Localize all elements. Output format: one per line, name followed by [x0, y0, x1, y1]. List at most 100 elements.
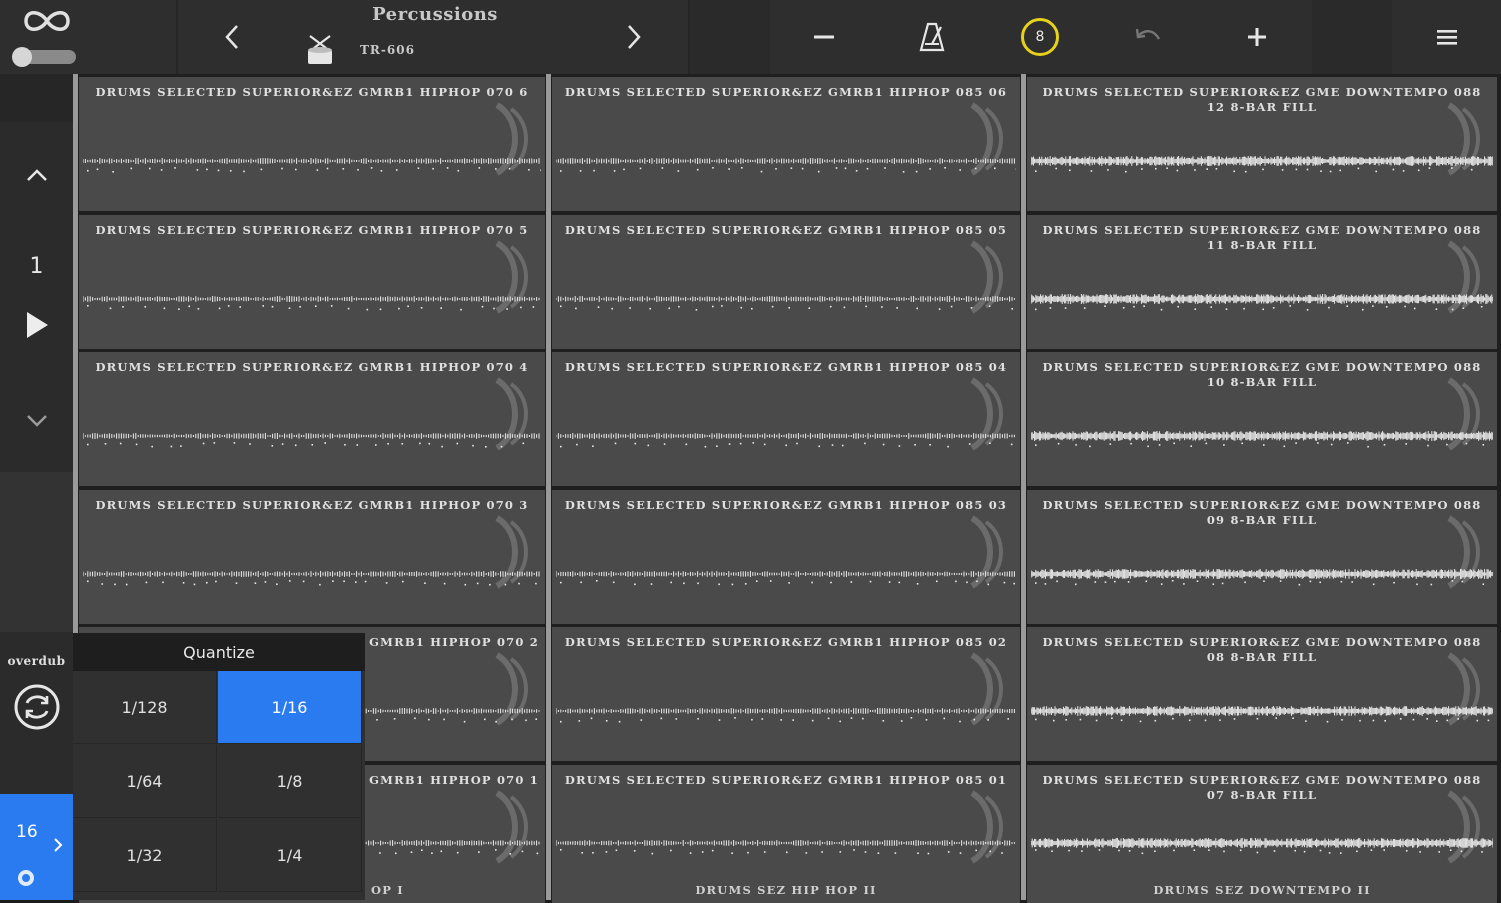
play-icon [24, 310, 50, 340]
waveform [83, 285, 541, 313]
sample-name: DRUMS SELECTED SUPERIOR&EZ GMRB1 HIPHOP … [79, 223, 545, 238]
sample-name: DRUMS SELECTED SUPERIOR&EZ GMRB1 HIPHOP … [79, 498, 545, 513]
overdub-icon [13, 683, 61, 731]
kit-category-title: Percussions [290, 4, 580, 25]
quantize-option-1-128[interactable]: 1/128 [73, 671, 217, 744]
loop-toggle-area[interactable] [0, 0, 96, 74]
sample-name: DRUMS SELECTED SUPERIOR&EZ GMRB1 HIPHOP … [552, 498, 1020, 513]
chevron-right-icon [623, 23, 643, 51]
menu-icon [1436, 28, 1458, 46]
loop-number: 1 [0, 254, 73, 279]
group-name: DRUMS SEZ DOWNTEMPO II [1027, 883, 1497, 897]
group-name: OP I [371, 883, 545, 897]
sample-cell[interactable]: DRUMS SELECTED SUPERIOR&EZ GMRB1 HIPHOP … [552, 490, 1020, 624]
quantize-option-1-16[interactable]: 1/16 [218, 671, 362, 744]
chevron-up-icon [25, 168, 49, 182]
sample-cell[interactable]: DRUMS SELECTED SUPERIOR&EZ GME DOWNTEMPO… [1027, 627, 1497, 761]
sample-name: DRUMS SELECTED SUPERIOR&EZ GME DOWNTEMPO… [1027, 498, 1497, 528]
sample-name: DRUMS SELECTED SUPERIOR&EZ GMRB1 HIPHOP … [552, 773, 1020, 788]
waveform [1031, 147, 1493, 175]
overdub-button[interactable] [0, 672, 73, 742]
undo-icon [1134, 27, 1162, 47]
scroll-down-button[interactable] [0, 370, 73, 470]
chevron-left-icon [223, 23, 243, 51]
quantize-title: Quantize [73, 633, 365, 671]
tempo-minus-button[interactable] [770, 0, 878, 74]
sample-cell[interactable]: DRUMS SELECTED SUPERIOR&EZ GMRB1 HIPHOP … [79, 352, 545, 486]
sample-cell[interactable]: DRUMS SELECTED SUPERIOR&EZ GMRB1 HIPHOP … [552, 352, 1020, 486]
waveform [556, 285, 1016, 313]
sample-name: DRUMS SELECTED SUPERIOR&EZ GME DOWNTEMPO… [1027, 360, 1497, 390]
sample-cell[interactable]: DRUMS SELECTED SUPERIOR&EZ GMRB1 HIPHOP … [79, 77, 545, 211]
sidebar-strip [0, 74, 73, 122]
sample-name: DRUMS SELECTED SUPERIOR&EZ GME DOWNTEMPO… [1027, 773, 1497, 803]
tempo-plus-button[interactable] [1202, 0, 1312, 74]
waveform [556, 147, 1016, 175]
quantize-option-1-32[interactable]: 1/32 [73, 819, 217, 892]
sample-name: DRUMS SELECTED SUPERIOR&EZ GME DOWNTEMPO… [1027, 85, 1497, 115]
overdub-label: overdub [0, 654, 73, 668]
menu-button[interactable] [1392, 0, 1501, 74]
waveform [83, 560, 541, 588]
waveform [83, 147, 541, 175]
sample-cell[interactable]: DRUMS SELECTED SUPERIOR&EZ GMRB1 HIPHOP … [552, 627, 1020, 761]
loop-icon [22, 6, 72, 36]
metronome-button[interactable] [878, 0, 986, 74]
waveform [556, 829, 1016, 857]
waveform [556, 697, 1016, 725]
toolbar-spacer [1312, 0, 1392, 74]
chevron-right-small-icon [52, 836, 64, 854]
tempo-button[interactable]: 8 [986, 0, 1094, 74]
scroll-up-button[interactable] [0, 122, 73, 228]
sample-name: DRUMS SELECTED SUPERIOR&EZ GMRB1 HIPHOP … [79, 85, 545, 100]
sample-cell[interactable]: DRUMS SELECTED SUPERIOR&EZ GMRB1 HIPHOP … [79, 490, 545, 624]
settings-dot-icon [16, 868, 36, 888]
plus-icon [1247, 27, 1267, 47]
sample-cell[interactable]: DRUMS SELECTED SUPERIOR&EZ GME DOWNTEMPO… [1027, 765, 1497, 903]
quantize-option-1-8[interactable]: 1/8 [218, 745, 362, 818]
sample-cell[interactable]: DRUMS SELECTED SUPERIOR&EZ GME DOWNTEMPO… [1027, 352, 1497, 486]
sample-cell[interactable]: DRUMS SELECTED SUPERIOR&EZ GME DOWNTEMPO… [1027, 77, 1497, 211]
column-divider [1021, 74, 1026, 900]
sample-cell[interactable]: DRUMS SELECTED SUPERIOR&EZ GMRB1 HIPHOP … [552, 215, 1020, 349]
sample-cell[interactable]: DRUMS SELECTED SUPERIOR&EZ GMRB1 HIPHOP … [552, 77, 1020, 211]
sample-name: DRUMS SELECTED SUPERIOR&EZ GMRB1 HIPHOP … [552, 85, 1020, 100]
waveform [83, 422, 541, 450]
sample-cell[interactable]: DRUMS SELECTED SUPERIOR&EZ GME DOWNTEMPO… [1027, 490, 1497, 624]
sample-cell[interactable]: DRUMS SELECTED SUPERIOR&EZ GME DOWNTEMPO… [1027, 215, 1497, 349]
waveform [556, 560, 1016, 588]
sample-name: DRUMS SELECTED SUPERIOR&EZ GMRB1 HIPHOP … [79, 360, 545, 375]
quantize-panel: Quantize 1/128 1/16 1/64 1/8 1/32 1/4 [73, 633, 365, 900]
waveform [1031, 422, 1493, 450]
kit-name: TR-606 [360, 43, 415, 57]
prev-kit-button[interactable] [178, 0, 288, 74]
sample-cell[interactable]: DRUMS SELECTED SUPERIOR&EZ GMRB1 HIPHOP … [79, 215, 545, 349]
next-kit-button[interactable] [578, 0, 688, 74]
play-button[interactable] [0, 300, 73, 350]
step-count-value: 16 [16, 822, 38, 842]
drum-icon [306, 34, 334, 66]
quantize-option-1-4[interactable]: 1/4 [218, 819, 362, 892]
group-name: DRUMS SEZ HIP HOP II [552, 883, 1020, 897]
top-bar: Percussions TR-606 8 [0, 0, 1501, 74]
step-count-button[interactable]: 16 [0, 794, 73, 900]
kit-title-block[interactable]: Percussions TR-606 [290, 0, 580, 74]
toggle-switch[interactable] [14, 50, 76, 64]
left-sidebar: 1 overdub [0, 74, 73, 900]
metronome-icon [919, 22, 945, 52]
sidebar-strip [0, 472, 73, 632]
minus-icon [813, 34, 835, 40]
undo-button[interactable] [1094, 0, 1202, 74]
sample-name: DRUMS SELECTED SUPERIOR&EZ GMRB1 HIPHOP … [552, 635, 1020, 650]
waveform [1031, 829, 1493, 857]
sample-cell[interactable]: DRUMS SELECTED SUPERIOR&EZ GMRB1 HIPHOP … [552, 765, 1020, 903]
toolbar-spacer [690, 0, 770, 74]
column-divider [546, 74, 551, 900]
waveform [1031, 697, 1493, 725]
quantize-option-1-64[interactable]: 1/64 [73, 745, 217, 818]
waveform [1031, 560, 1493, 588]
sample-name: DRUMS SELECTED SUPERIOR&EZ GME DOWNTEMPO… [1027, 635, 1497, 665]
tempo-beat-value: 8 [1036, 29, 1045, 45]
chevron-down-icon [25, 413, 49, 427]
sample-name: DRUMS SELECTED SUPERIOR&EZ GMRB1 HIPHOP … [552, 360, 1020, 375]
